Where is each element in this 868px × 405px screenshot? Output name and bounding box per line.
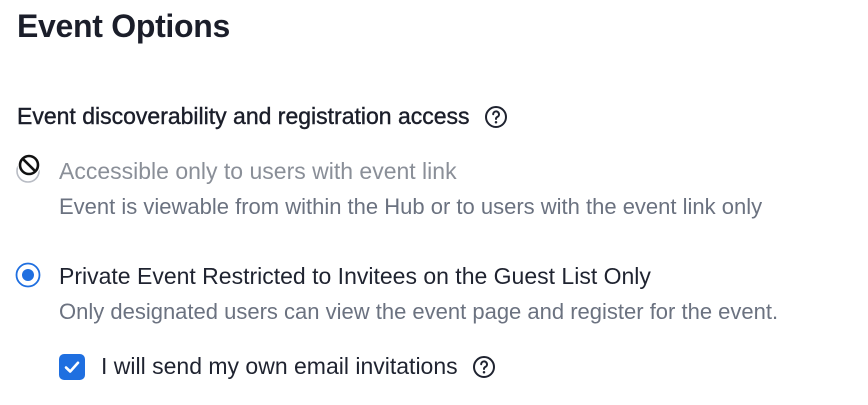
page-title: Event Options: [17, 8, 231, 44]
checkmark-icon: [64, 361, 80, 373]
option-label: Accessible only to users with event link: [59, 158, 457, 184]
send-own-invitations-row[interactable]: I will send my own email invitations: [59, 353, 496, 380]
question-circle-icon[interactable]: [472, 355, 496, 379]
radio-option-private[interactable]: Private Event Restricted to Invitees on …: [15, 261, 778, 327]
radio-button-private[interactable]: [15, 262, 41, 288]
radio-option-link-only[interactable]: Accessible only to users with event link…: [15, 153, 763, 222]
radio-button-link-only[interactable]: [15, 153, 41, 183]
option-description: Event is viewable from within the Hub or…: [59, 194, 763, 219]
section-label: Event discoverability and registration a…: [17, 103, 470, 129]
send-own-invitations-checkbox[interactable]: [59, 353, 85, 380]
option-label: Private Event Restricted to Invitees on …: [59, 263, 651, 289]
event-options-panel: Event Options Event discoverability and …: [0, 0, 868, 405]
question-circle-icon[interactable]: [484, 105, 508, 129]
discoverability-section-header: Event discoverability and registration a…: [17, 103, 508, 130]
send-own-invitations-label: I will send my own email invitations: [101, 353, 458, 379]
option-description: Only designated users can view the event…: [59, 299, 779, 324]
not-allowed-cursor-icon: [17, 153, 41, 177]
